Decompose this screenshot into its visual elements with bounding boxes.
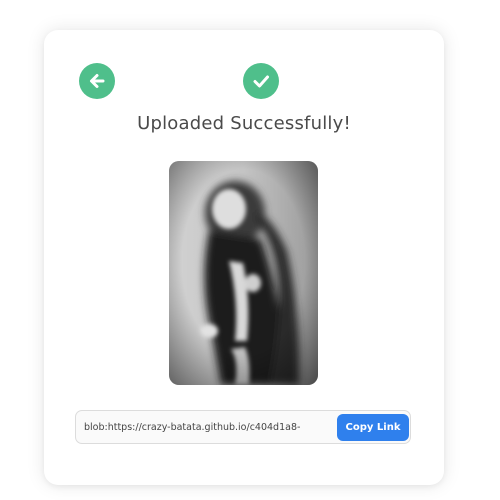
- arrow-left-icon: [90, 74, 105, 88]
- upload-result-card: Uploaded Successfully! blob:https://craz…: [44, 30, 444, 485]
- page-title: Uploaded Successfully!: [137, 113, 351, 134]
- success-badge: [243, 63, 279, 99]
- check-icon: [253, 75, 269, 88]
- copy-link-button[interactable]: Copy Link: [337, 414, 409, 441]
- page: Uploaded Successfully! blob:https://craz…: [0, 0, 500, 500]
- uploaded-image: [169, 161, 318, 385]
- link-field-container: Copy Link: [75, 410, 411, 444]
- back-button[interactable]: [79, 63, 115, 99]
- uploaded-image-graphic: [169, 161, 318, 385]
- share-link-input[interactable]: [77, 412, 335, 442]
